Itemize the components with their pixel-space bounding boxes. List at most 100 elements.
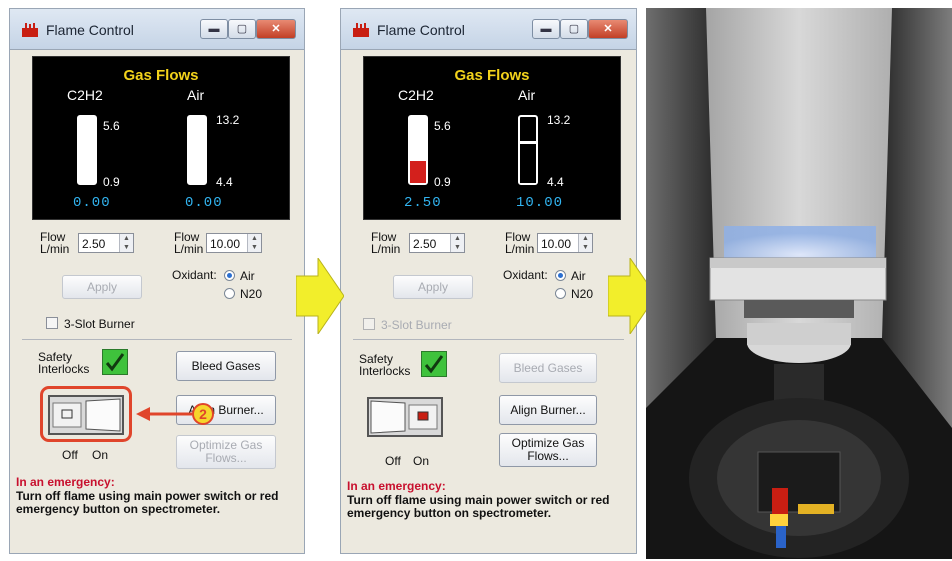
apply-button[interactable]: Apply	[393, 275, 473, 299]
oxidant-air-radio[interactable]	[555, 270, 566, 281]
minimize-icon[interactable]: ▬	[200, 19, 228, 39]
flame-control-window-after: Flame Control ▬ ▢ ✕ Gas Flows C2H2 Air 5…	[340, 8, 637, 554]
gas-flows-title: Gas Flows	[123, 67, 199, 84]
flow-air-label-2: L/min	[174, 242, 204, 256]
stepper-arrows-icon[interactable]: ▲ ▼	[247, 234, 261, 252]
flame-power-switch[interactable]	[367, 397, 443, 437]
close-icon[interactable]: ✕	[256, 19, 296, 39]
air-label: Air	[518, 87, 536, 103]
three-slot-burner-label: 3-Slot Burner	[381, 318, 452, 332]
burner-photo-image	[646, 8, 952, 559]
flow-c2h2-label-2: L/min	[40, 242, 70, 256]
c2h2-value: 0.00	[73, 195, 111, 211]
window-title: Flame Control	[46, 22, 134, 38]
flame-control-app-icon	[22, 23, 38, 37]
air-flow-value: 10.00	[541, 237, 572, 251]
maximize-icon[interactable]: ▢	[560, 19, 588, 39]
stepper-arrows-icon[interactable]: ▲ ▼	[450, 234, 464, 252]
oxidant-air-radio[interactable]	[224, 270, 235, 281]
air-flow-stepper[interactable]: 10.00 ▲ ▼	[537, 233, 593, 253]
air-level-fill	[520, 140, 536, 183]
burner-photo	[646, 8, 952, 559]
three-slot-burner-label: 3-Slot Burner	[64, 317, 135, 331]
optimize-gas-flows-button[interactable]: Optimize Gas Flows...	[176, 435, 276, 469]
air-min: 4.4	[547, 175, 564, 189]
three-slot-burner-checkbox[interactable]	[363, 318, 375, 330]
c2h2-max: 5.6	[434, 119, 451, 133]
c2h2-gauge	[77, 115, 97, 185]
three-slot-burner-checkbox[interactable]	[46, 317, 58, 329]
c2h2-max: 5.6	[103, 119, 120, 133]
align-burner-button[interactable]: Align Burner...	[499, 395, 597, 425]
window-title: Flame Control	[377, 22, 465, 38]
divider	[353, 339, 624, 340]
stepper-arrows-icon[interactable]: ▲ ▼	[119, 234, 133, 252]
maximize-icon[interactable]: ▢	[228, 19, 256, 39]
off-label: Off	[62, 448, 78, 462]
c2h2-value: 2.50	[404, 195, 442, 211]
safety-label-2: Interlocks	[359, 364, 411, 378]
c2h2-gauge	[408, 115, 428, 185]
air-value: 10.00	[516, 195, 564, 211]
c2h2-label: C2H2	[67, 87, 103, 103]
title-bar[interactable]: Flame Control ▬ ▢ ✕	[341, 9, 636, 50]
optimize-label-2: Flows...	[205, 451, 247, 465]
stepper-arrows-icon[interactable]: ▲ ▼	[578, 234, 592, 252]
optimize-gas-flows-button[interactable]: Optimize Gas Flows...	[499, 433, 597, 467]
air-label: Air	[187, 87, 205, 103]
oxidant-label: Oxidant:	[503, 268, 548, 282]
air-min: 4.4	[216, 175, 233, 189]
yellow-arrow-icon	[296, 258, 344, 334]
callout-number: 2	[192, 403, 214, 425]
gas-flows-display: Gas Flows C2H2 Air 5.6 0.9 13.2 4.4 2.50…	[363, 56, 621, 220]
check-icon	[424, 355, 444, 374]
c2h2-flow-value: 2.50	[82, 237, 106, 251]
air-gauge	[518, 115, 538, 185]
flow-air-label-2: L/min	[505, 242, 535, 256]
air-max: 13.2	[547, 113, 571, 127]
on-label: On	[92, 448, 109, 462]
air-gauge	[187, 115, 207, 185]
apply-button[interactable]: Apply	[62, 275, 142, 299]
c2h2-flow-value: 2.50	[413, 237, 437, 251]
divider	[22, 339, 292, 340]
close-icon[interactable]: ✕	[588, 19, 628, 39]
bleed-gases-button[interactable]: Bleed Gases	[176, 351, 276, 381]
off-label: Off	[385, 454, 401, 468]
emergency-text: Turn off flame using main power switch o…	[347, 493, 610, 520]
safety-label-2: Interlocks	[38, 362, 90, 376]
air-flow-value: 10.00	[210, 237, 241, 251]
flame-control-app-icon	[353, 23, 369, 37]
callout-highlight-box	[40, 386, 132, 442]
oxidant-n20-label: N20	[240, 287, 263, 301]
c2h2-min: 0.9	[103, 175, 120, 189]
oxidant-n20-label: N20	[571, 287, 594, 301]
oxidant-label: Oxidant:	[172, 268, 217, 282]
oxidant-air-label: Air	[240, 269, 255, 283]
oxidant-n20-radio[interactable]	[224, 288, 235, 299]
minimize-icon[interactable]: ▬	[532, 19, 560, 39]
flow-c2h2-label-2: L/min	[371, 242, 401, 256]
emergency-heading: In an emergency:	[347, 479, 446, 493]
c2h2-flow-stepper[interactable]: 2.50 ▲ ▼	[78, 233, 134, 253]
c2h2-min: 0.9	[434, 175, 451, 189]
air-max: 13.2	[216, 113, 240, 127]
oxidant-n20-radio[interactable]	[555, 288, 566, 299]
emergency-heading: In an emergency:	[16, 475, 115, 489]
emergency-text: Turn off flame using main power switch o…	[16, 489, 279, 516]
safety-interlock-indicator	[102, 349, 128, 375]
on-label: On	[413, 454, 430, 468]
c2h2-level-fill	[410, 161, 426, 183]
c2h2-flow-stepper[interactable]: 2.50 ▲ ▼	[409, 233, 465, 253]
c2h2-label: C2H2	[398, 87, 434, 103]
safety-interlock-indicator	[421, 351, 447, 377]
gas-flows-display: Gas Flows C2H2 Air 5.6 0.9 13.2 4.4 0.00…	[32, 56, 290, 220]
title-bar[interactable]: Flame Control ▬ ▢ ✕	[10, 9, 304, 50]
air-value: 0.00	[185, 195, 223, 211]
flame-control-window-before: Flame Control ▬ ▢ ✕ Gas Flows C2H2 Air 5…	[9, 8, 305, 554]
air-flow-stepper[interactable]: 10.00 ▲ ▼	[206, 233, 262, 253]
power-switch-icon	[370, 400, 438, 434]
check-icon	[105, 353, 125, 372]
bleed-gases-button[interactable]: Bleed Gases	[499, 353, 597, 383]
optimize-label-2: Flows...	[527, 449, 569, 463]
